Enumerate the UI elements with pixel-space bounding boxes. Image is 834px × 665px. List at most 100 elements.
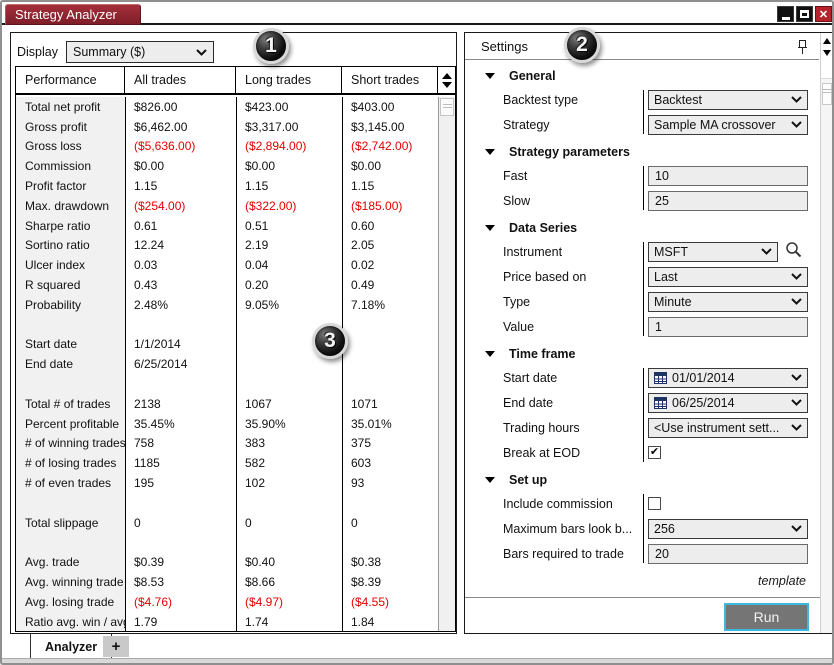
collapse-triangle-icon[interactable] [485, 149, 495, 155]
instrument-search-button[interactable] [785, 241, 802, 263]
settings-row: Trading hours <Use instrument sett... [465, 415, 820, 440]
setting-dropdown[interactable]: 06/25/2014 [648, 393, 808, 413]
setting-dropdown[interactable]: Backtest [648, 90, 808, 110]
setting-checkbox[interactable]: ✔ [648, 446, 661, 459]
scroll-up-icon[interactable] [442, 73, 452, 79]
dropdown-value: 256 [654, 522, 675, 536]
section-header-strategy-parameters[interactable]: Strategy parameters [465, 141, 820, 163]
close-icon: ✕ [819, 8, 828, 21]
column-header-long-trades[interactable]: Long trades [236, 67, 342, 93]
dropdown-value: Last [654, 270, 678, 284]
perf-cell-label: Avg. winning trade [16, 575, 125, 589]
setting-dropdown[interactable]: MSFT [648, 242, 778, 262]
table-scrollbar-thumb[interactable] [440, 98, 454, 116]
display-select-value: Summary ($) [73, 45, 145, 59]
perf-cell-label: R squared [16, 278, 125, 292]
table-row: Gross profit$6,462.00$3,317.00$3,145.00 [16, 117, 437, 137]
table-scroll-buttons [438, 67, 455, 93]
setting-input[interactable]: 25 [648, 191, 808, 211]
performance-table-body-wrap: Total net profit$826.00$423.00$403.00Gro… [16, 97, 455, 631]
perf-cell-all: 1/1/2014 [125, 337, 236, 351]
table-row: Avg. winning trade$8.53$8.66$8.39 [16, 572, 437, 592]
template-link[interactable]: template [465, 574, 806, 588]
section-label: Strategy parameters [509, 145, 630, 159]
perf-cell-short: 1.15 [342, 179, 437, 193]
setting-input[interactable]: 1 [648, 317, 808, 337]
perf-cell-all: 195 [125, 476, 236, 490]
perf-cell-all: $6,462.00 [125, 120, 236, 134]
perf-cell-label: # of even trades [16, 476, 125, 490]
setting-dropdown[interactable]: Sample MA crossover [648, 115, 808, 135]
table-scrollbar[interactable] [438, 97, 455, 631]
table-row: Sortino ratio12.242.192.05 [16, 236, 437, 256]
setting-label: Break at EOD [503, 446, 635, 460]
maximize-button[interactable] [796, 6, 813, 22]
chevron-down-icon [791, 374, 802, 381]
setting-dropdown[interactable]: 256 [648, 519, 808, 539]
tab-add[interactable]: + [103, 636, 129, 657]
setting-label: Include commission [503, 497, 635, 511]
collapse-triangle-icon[interactable] [485, 225, 495, 231]
setting-label: Price based on [503, 270, 635, 284]
close-button[interactable]: ✕ [815, 6, 832, 22]
section-header-data-series[interactable]: Data Series [465, 217, 820, 239]
table-row: Percent profitable35.45%35.90%35.01% [16, 414, 437, 434]
perf-cell-label: Profit factor [16, 179, 125, 193]
setting-checkbox[interactable] [648, 497, 661, 510]
collapse-triangle-icon[interactable] [485, 73, 495, 79]
perf-cell-long: 35.90% [236, 417, 342, 431]
section-header-set-up[interactable]: Set up [465, 469, 820, 491]
setting-input[interactable]: 20 [648, 544, 808, 564]
display-select[interactable]: Summary ($) [66, 41, 214, 63]
setting-dropdown[interactable]: <Use instrument sett... [648, 418, 808, 438]
chevron-down-icon [791, 525, 802, 532]
column-header-all-trades[interactable]: All trades [125, 67, 236, 93]
perf-cell-short: $0.00 [342, 159, 437, 173]
setting-label: Trading hours [503, 421, 635, 435]
scroll-down-icon[interactable] [823, 50, 831, 56]
setting-dropdown[interactable]: Minute [648, 292, 808, 312]
setting-label: Bars required to trade [503, 547, 635, 561]
section-header-time-frame[interactable]: Time frame [465, 343, 820, 365]
dropdown-value: Minute [654, 295, 692, 309]
collapse-triangle-icon[interactable] [485, 351, 495, 357]
scroll-up-icon[interactable] [823, 38, 831, 44]
run-button[interactable]: Run [724, 603, 809, 631]
settings-row: Fast10 [465, 163, 820, 188]
scroll-down-icon[interactable] [442, 82, 452, 88]
tab-analyzer[interactable]: Analyzer [30, 634, 112, 660]
table-row [16, 533, 437, 553]
setting-dropdown[interactable]: Last [648, 267, 808, 287]
settings-scrollbar[interactable] [820, 33, 833, 633]
run-area-divider [465, 597, 820, 598]
calendar-icon [654, 397, 667, 409]
minimize-button[interactable] [777, 6, 794, 22]
setting-dropdown[interactable]: 01/01/2014 [648, 368, 808, 388]
settings-header: Settings [465, 33, 819, 60]
tab-bar: Analyzer + [2, 634, 832, 661]
setting-input[interactable]: 10 [648, 166, 808, 186]
perf-cell-short: ($4.55) [342, 595, 437, 609]
perf-cell-short: 0.02 [342, 258, 437, 272]
column-header-performance[interactable]: Performance [16, 67, 125, 93]
dropdown-value: MSFT [654, 245, 688, 259]
perf-cell-short: ($2,742.00) [342, 139, 437, 153]
perf-cell-all: ($254.00) [125, 199, 236, 213]
section-header-general[interactable]: General [465, 65, 820, 87]
minimize-icon [782, 17, 790, 20]
column-header-short-trades[interactable]: Short trades [342, 67, 438, 93]
perf-cell-all: $826.00 [125, 100, 236, 114]
settings-row: Maximum bars look b...256 [465, 516, 820, 541]
settings-scrollbar-thumb[interactable] [822, 83, 832, 105]
table-row [16, 374, 437, 394]
chevron-down-icon [791, 298, 802, 305]
setting-label: End date [503, 396, 635, 410]
collapse-triangle-icon[interactable] [485, 477, 495, 483]
perf-cell-label: Start date [16, 337, 125, 351]
perf-cell-long: 0.51 [236, 219, 342, 233]
callout-badge-3: 3 [312, 323, 348, 359]
callout-badge-2: 2 [564, 27, 600, 63]
window-title-text: Strategy Analyzer [15, 7, 117, 22]
table-row: Sharpe ratio0.610.510.60 [16, 216, 437, 236]
pin-icon[interactable] [796, 39, 809, 60]
